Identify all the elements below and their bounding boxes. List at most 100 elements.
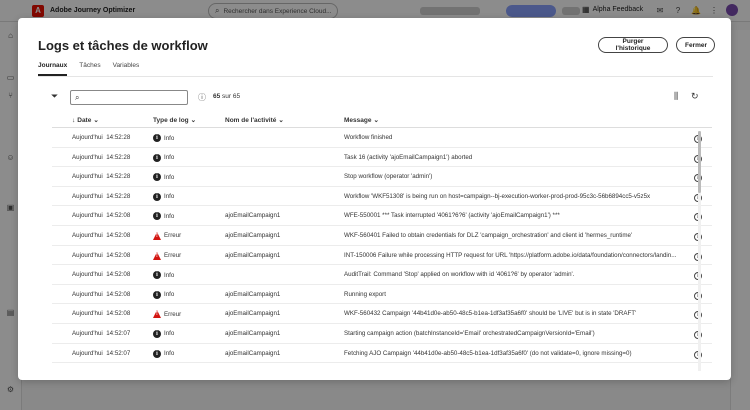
- cell-date-time: 14:52:28: [106, 134, 131, 141]
- cell-log-type-label: Info: [164, 350, 175, 358]
- cell-date: Aujourd'hui 14:52:28: [72, 134, 142, 141]
- cell-log-type-label: Info: [164, 291, 175, 299]
- cell-date-day: Aujourd'hui: [72, 329, 103, 337]
- sort-down-icon: ↓: [72, 116, 76, 124]
- cell-log-type: Erreur: [153, 310, 219, 319]
- table-row[interactable]: Aujourd'hui 14:52:07 i Info ajoEmailCampaig…: [52, 344, 712, 364]
- cell-message: Stop workflow (operator 'admin'): [344, 173, 433, 181]
- purge-history-button[interactable]: Purger l'historique: [598, 37, 668, 53]
- table-row[interactable]: Aujourd'hui 14:52:08 i Info ajoEmailCampaig…: [52, 285, 712, 305]
- cell-log-type-label: Info: [164, 193, 175, 201]
- cell-message: INT-150006 Failure while processing HTTP…: [344, 251, 677, 259]
- table-row[interactable]: Aujourd'hui 14:52:28 i Info Task 16 (activi…: [52, 148, 712, 168]
- cell-log-type: i Info: [153, 349, 219, 358]
- cell-message: AuditTrail: Command 'Stop' applied on wo…: [344, 271, 575, 279]
- cell-date-day: Aujourd'hui: [72, 212, 103, 220]
- logs-search-input[interactable]: [85, 92, 185, 103]
- cell-activity: ajoEmailCampaign1: [225, 231, 281, 239]
- cell-activity: ajoEmailCampaign1: [225, 251, 281, 259]
- cell-log-type: i Info: [153, 290, 219, 299]
- cell-message: Fetching AJO Campaign '44b41d0e-ab50-48c…: [344, 349, 632, 357]
- cell-activity: ajoEmailCampaign1: [225, 290, 281, 298]
- tabs-divider: [38, 76, 713, 77]
- chevron-down-icon: ⌄: [190, 117, 197, 124]
- column-header-activity[interactable]: Nom de l'activité ⌄: [225, 116, 284, 125]
- cell-date: Aujourd'hui 14:52:08: [72, 232, 142, 239]
- column-header-activity-label: Nom de l'activité: [225, 116, 277, 124]
- table-row[interactable]: Aujourd'hui 14:52:28 i Info Workflow 'WKF51…: [52, 187, 712, 207]
- table-scrollbar-thumb[interactable]: [698, 131, 701, 193]
- table-header: ↓ Date ⌄ Type de log ⌄ Nom de l'activité ⌄ M…: [52, 114, 712, 128]
- logs-table: ↓ Date ⌄ Type de log ⌄ Nom de l'activité ⌄ M…: [52, 114, 712, 364]
- info-icon[interactable]: ⓘ: [198, 92, 206, 103]
- cell-log-type: i Info: [153, 192, 219, 201]
- cell-date-time: 14:52:28: [106, 173, 131, 181]
- cell-date: Aujourd'hui 14:52:28: [72, 154, 142, 161]
- filter-icon[interactable]: ⏷: [51, 91, 58, 102]
- chevron-down-icon: ⌄: [278, 117, 284, 124]
- table-row[interactable]: Aujourd'hui 14:52:28 i Info Workflow finish…: [52, 128, 712, 148]
- info-icon: i: [153, 153, 161, 162]
- cell-date: Aujourd'hui 14:52:08: [72, 252, 142, 259]
- table-row[interactable]: Aujourd'hui 14:52:08 i Info AuditTrail: Com…: [52, 265, 712, 285]
- dialog-title: Logs et tâches de workflow: [38, 38, 208, 53]
- logs-search[interactable]: ⌕: [70, 90, 188, 105]
- table-row[interactable]: Aujourd'hui 14:52:08 Erreur ajoEmailCampai…: [52, 226, 712, 246]
- column-header-message-label: Message: [344, 116, 372, 124]
- cell-date-time: 14:52:07: [106, 329, 131, 337]
- column-header-date[interactable]: ↓ Date ⌄: [72, 116, 99, 125]
- chevron-down-icon: ⌄: [373, 117, 379, 124]
- cell-date-day: Aujourd'hui: [72, 153, 103, 161]
- column-header-type-label: Type de log: [153, 116, 189, 124]
- cell-message: WFE-550001 *** Task interrupted '4061?6?…: [344, 212, 560, 220]
- close-button[interactable]: Fermer: [676, 37, 715, 53]
- cell-date: Aujourd'hui 14:52:07: [72, 350, 142, 357]
- table-row[interactable]: Aujourd'hui 14:52:08 Erreur ajoEmailCampai…: [52, 246, 712, 266]
- cell-log-type-label: Info: [164, 154, 175, 162]
- info-icon: i: [153, 329, 161, 338]
- cell-date-time: 14:52:08: [106, 212, 131, 220]
- cell-message: Workflow 'WKF51308' is being run on host…: [344, 192, 651, 200]
- tab-taches[interactable]: Tâches: [79, 62, 100, 76]
- cell-log-type-label: Info: [164, 173, 175, 181]
- dialog-tabs: Journaux Tâches Variables: [38, 62, 139, 76]
- column-settings-icon[interactable]: ⫼: [674, 91, 678, 102]
- cell-date-day: Aujourd'hui: [72, 173, 103, 181]
- cell-date-day: Aujourd'hui: [72, 290, 103, 298]
- table-row[interactable]: Aujourd'hui 14:52:08 Erreur ajoEmailCampai…: [52, 304, 712, 324]
- tab-variables[interactable]: Variables: [113, 62, 140, 76]
- cell-log-type-label: Info: [164, 212, 175, 220]
- cell-log-type-label: Info: [164, 134, 175, 142]
- error-icon: [153, 310, 161, 319]
- cell-date: Aujourd'hui 14:52:08: [72, 310, 142, 317]
- tab-journaux[interactable]: Journaux: [38, 62, 68, 76]
- table-row[interactable]: Aujourd'hui 14:52:28 i Info Stop workflow (…: [52, 167, 712, 187]
- table-body: Aujourd'hui 14:52:28 i Info Workflow finish…: [52, 128, 712, 364]
- info-icon: i: [153, 271, 161, 280]
- cell-log-type: i Info: [153, 271, 219, 280]
- cell-date: Aujourd'hui 14:52:08: [72, 291, 142, 298]
- cell-date-time: 14:52:08: [106, 271, 131, 279]
- info-icon: i: [153, 192, 161, 201]
- info-icon: i: [153, 212, 161, 221]
- cell-message: Task 16 (activity 'ajoEmailCampaign1') a…: [344, 153, 473, 161]
- cell-log-type-label: Erreur: [164, 252, 182, 260]
- column-header-message[interactable]: Message ⌄: [344, 116, 379, 125]
- result-count-shown: 65: [213, 93, 221, 100]
- cell-date: Aujourd'hui 14:52:08: [72, 212, 142, 219]
- cell-log-type-label: Erreur: [164, 232, 182, 240]
- cell-date-time: 14:52:28: [106, 192, 131, 200]
- refresh-icon[interactable]: ↻: [691, 91, 699, 102]
- cell-log-type: i Info: [153, 153, 219, 162]
- table-row[interactable]: Aujourd'hui 14:52:07 i Info ajoEmailCampaig…: [52, 324, 712, 344]
- column-header-type[interactable]: Type de log ⌄: [153, 116, 197, 125]
- search-icon: ⌕: [75, 93, 80, 102]
- cell-date-day: Aujourd'hui: [72, 192, 103, 200]
- cell-activity: ajoEmailCampaign1: [225, 329, 281, 337]
- cell-activity: ajoEmailCampaign1: [225, 212, 281, 220]
- cell-log-type-label: Erreur: [164, 310, 182, 318]
- cell-activity: ajoEmailCampaign1: [225, 310, 281, 318]
- cell-date-day: Aujourd'hui: [72, 349, 103, 357]
- cell-log-type: Erreur: [153, 231, 219, 240]
- table-row[interactable]: Aujourd'hui 14:52:08 i Info ajoEmailCampaig…: [52, 206, 712, 226]
